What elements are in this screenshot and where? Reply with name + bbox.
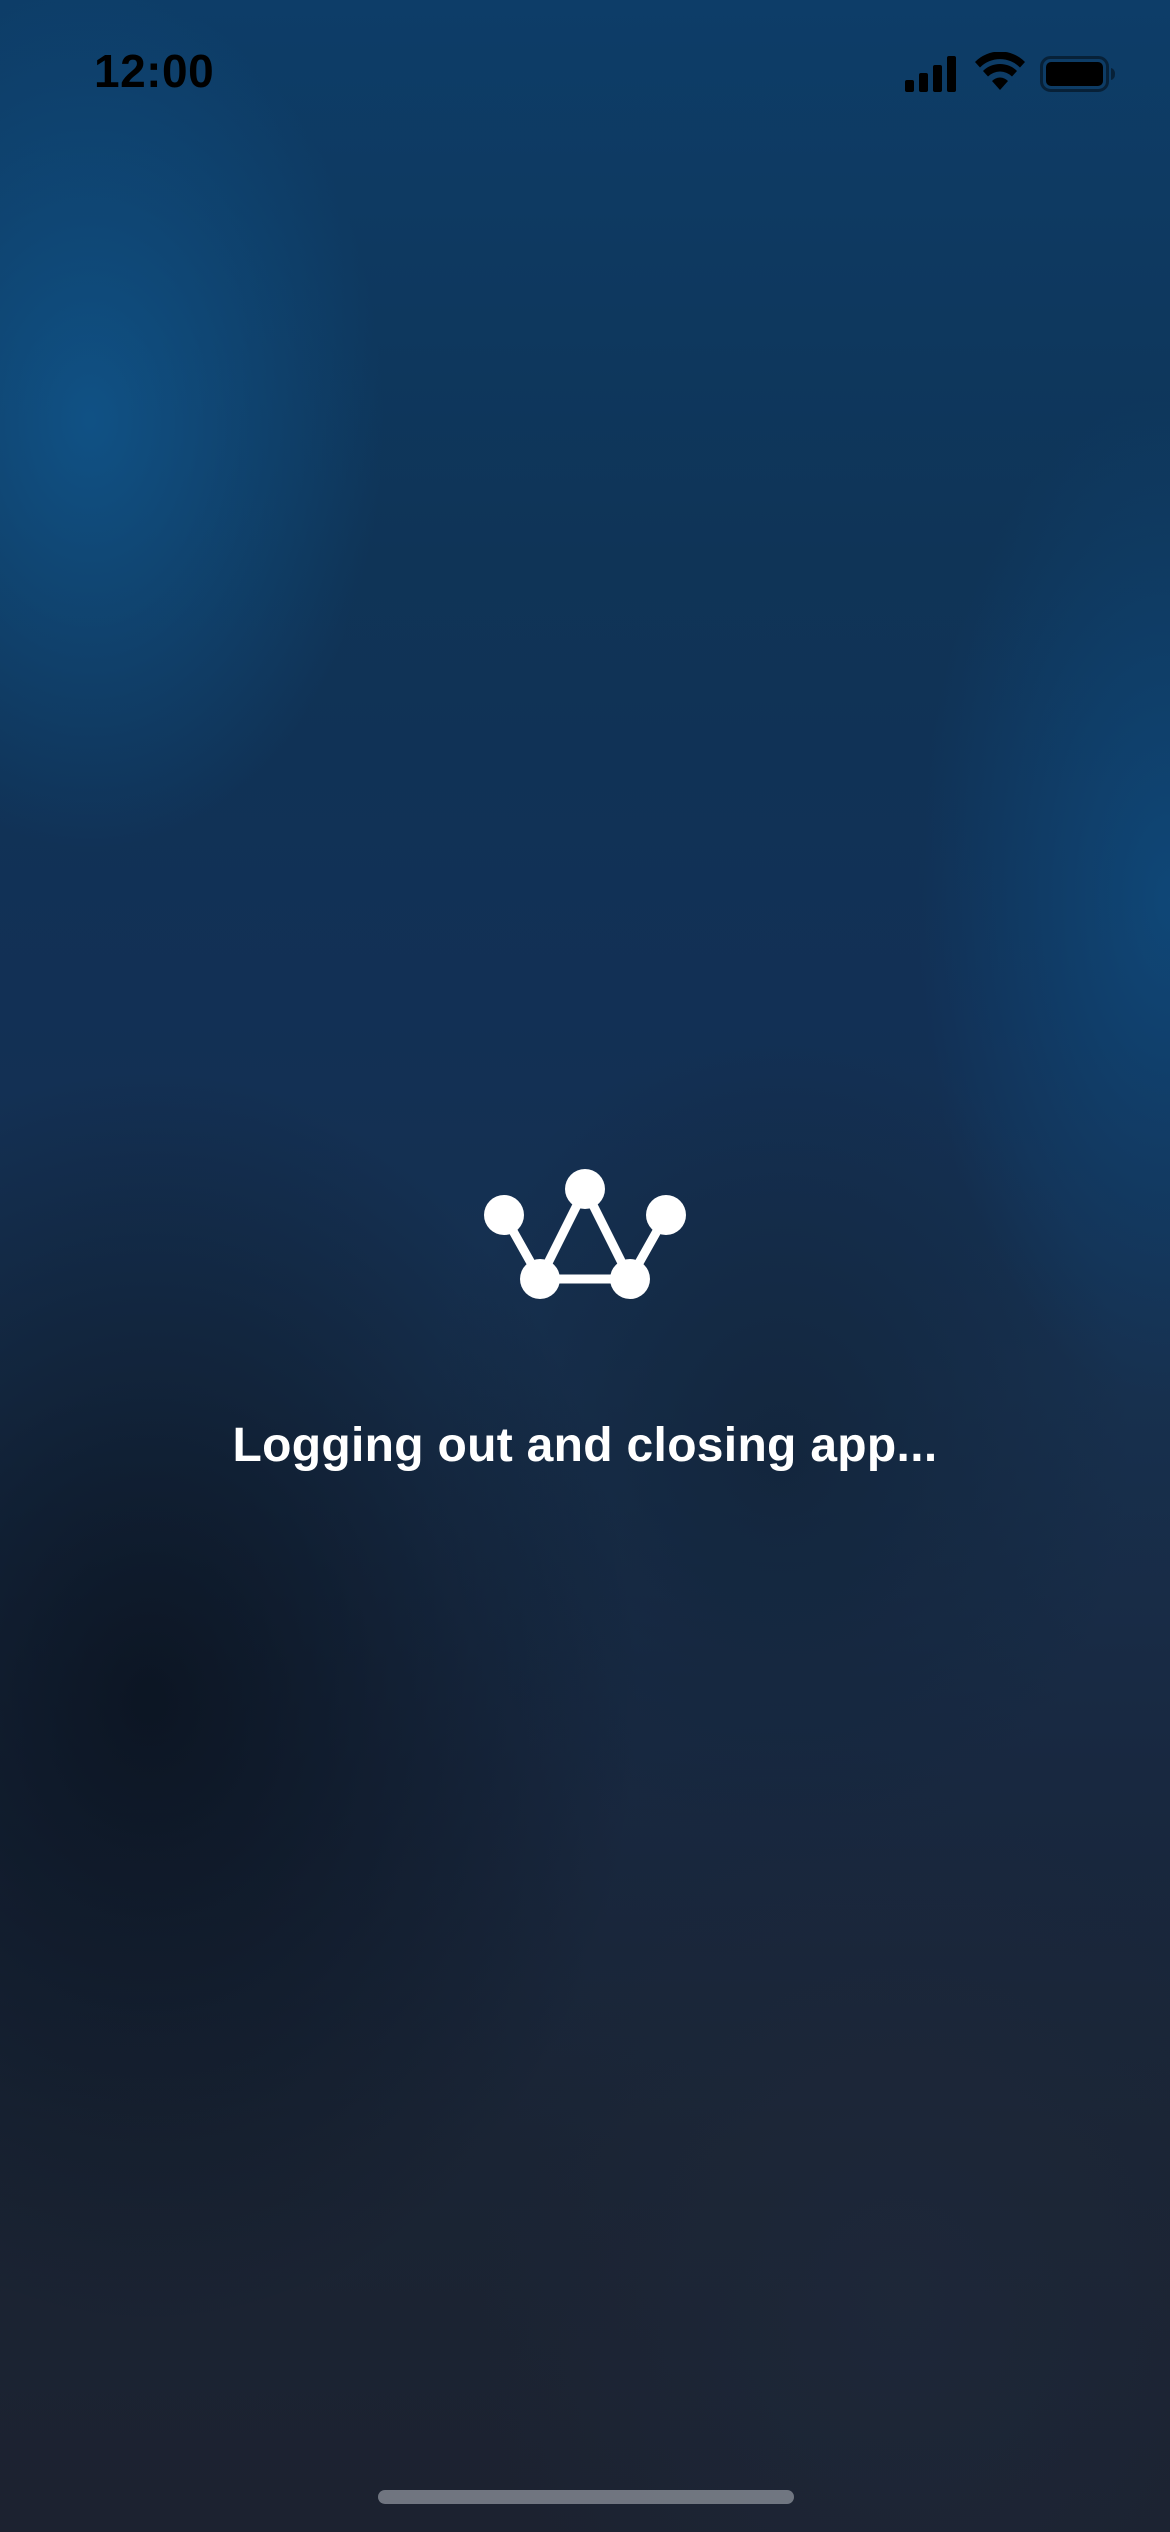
home-indicator[interactable]	[378, 2490, 794, 2504]
logout-status-message: Logging out and closing app...	[232, 1419, 938, 1472]
logout-screen: 12:00 Logging out and closing app...	[0, 0, 1170, 2532]
app-logo-icon	[484, 1169, 686, 1299]
wifi-icon	[975, 52, 1025, 90]
cellular-signal-icon	[905, 56, 956, 92]
status-bar: 12:00	[0, 0, 1170, 140]
status-time: 12:00	[94, 45, 215, 97]
battery-icon	[1040, 56, 1115, 92]
